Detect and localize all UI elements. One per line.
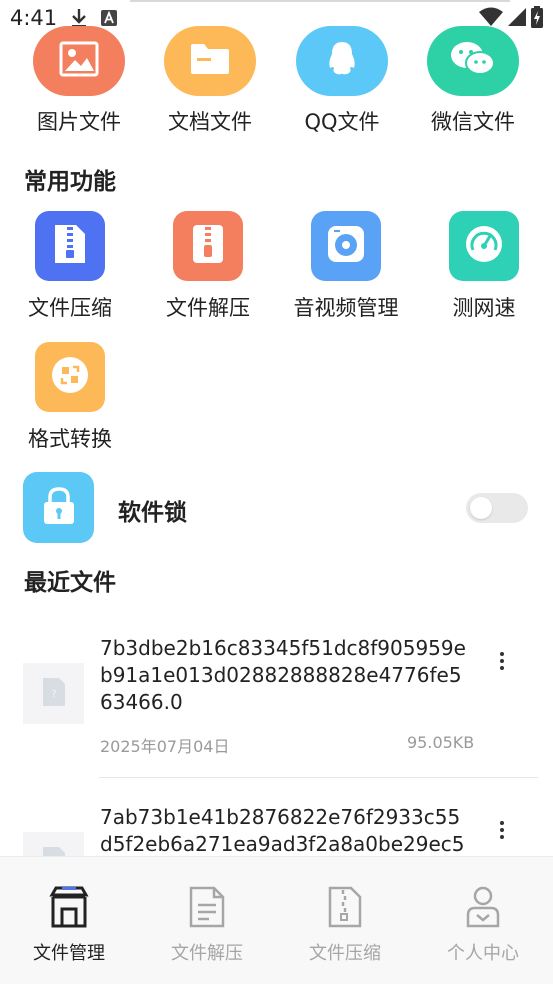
nav-file-management[interactable]: 文件管理 bbox=[0, 857, 138, 984]
nav-label: 文件管理 bbox=[33, 943, 105, 964]
category-qq[interactable]: QQ文件 bbox=[272, 26, 412, 136]
store-icon bbox=[49, 885, 89, 929]
file-category-row: 图片文件 文档文件 QQ文件 微信文件 bbox=[0, 26, 553, 136]
wechat-icon bbox=[450, 41, 496, 81]
nav-profile[interactable]: 个人中心 bbox=[414, 857, 552, 984]
function-label: 音视频管理 bbox=[293, 296, 399, 320]
recent-file-item[interactable]: 7ab73b1e41b2876822e76f2933c55d5f2eb6a271… bbox=[23, 804, 538, 856]
category-wechat[interactable]: 微信文件 bbox=[403, 26, 543, 136]
document-icon bbox=[187, 885, 227, 929]
more-options-icon[interactable] bbox=[490, 815, 514, 845]
folder-icon bbox=[189, 42, 231, 80]
category-label: 文档文件 bbox=[168, 110, 252, 134]
file-divider bbox=[99, 777, 538, 778]
unzip-file-icon bbox=[191, 223, 225, 269]
svg-text:?: ? bbox=[51, 689, 56, 700]
file-date: 2025年07月04日 bbox=[100, 737, 230, 756]
function-decompress[interactable]: 文件解压 bbox=[138, 211, 278, 322]
unknown-file-icon bbox=[41, 846, 67, 856]
nav-compress[interactable]: 文件压缩 bbox=[276, 857, 414, 984]
common-functions-title: 常用功能 bbox=[24, 169, 116, 195]
category-documents[interactable]: 文档文件 bbox=[140, 26, 280, 136]
zip-document-icon bbox=[325, 885, 365, 929]
speedometer-icon bbox=[464, 224, 504, 268]
convert-icon bbox=[50, 355, 90, 399]
function-label: 文件解压 bbox=[166, 296, 250, 320]
recent-file-item[interactable]: ? 7b3dbe2b16c83345f51dc8f905959eb91a1e01… bbox=[23, 635, 538, 765]
unknown-file-icon: ? bbox=[41, 677, 67, 711]
zip-file-icon bbox=[53, 223, 87, 269]
function-label: 格式转换 bbox=[28, 427, 112, 451]
function-label: 测网速 bbox=[452, 296, 516, 320]
media-icon bbox=[326, 224, 366, 268]
recent-files-title: 最近文件 bbox=[24, 570, 116, 596]
file-thumbnail bbox=[23, 832, 84, 856]
function-compress[interactable]: 文件压缩 bbox=[0, 211, 140, 322]
top-divider bbox=[130, 0, 510, 2]
file-size: 95.05KB bbox=[407, 733, 475, 752]
category-label: QQ文件 bbox=[304, 110, 380, 134]
software-lock-toggle[interactable] bbox=[466, 493, 528, 523]
function-label: 文件压缩 bbox=[28, 296, 112, 320]
toggle-knob bbox=[470, 497, 492, 519]
function-format-convert[interactable]: 格式转换 bbox=[0, 342, 140, 453]
function-media[interactable]: 音视频管理 bbox=[276, 211, 416, 322]
category-label: 微信文件 bbox=[431, 110, 515, 134]
file-name: 7ab73b1e41b2876822e76f2933c55d5f2eb6a271… bbox=[100, 805, 465, 856]
lock-icon bbox=[41, 486, 77, 530]
category-images[interactable]: 图片文件 bbox=[9, 26, 149, 136]
qq-icon bbox=[325, 40, 359, 82]
image-icon bbox=[59, 41, 99, 81]
category-label: 图片文件 bbox=[37, 110, 121, 134]
nav-label: 文件压缩 bbox=[309, 943, 381, 964]
bottom-navigation: 文件管理 文件解压 文件压缩 个人中心 bbox=[0, 856, 553, 984]
nav-label: 个人中心 bbox=[447, 943, 519, 964]
function-speed-test[interactable]: 测网速 bbox=[414, 211, 553, 322]
file-thumbnail: ? bbox=[23, 663, 84, 724]
software-lock-label: 软件锁 bbox=[118, 500, 187, 526]
file-name: 7b3dbe2b16c83345f51dc8f905959eb91a1e013d… bbox=[100, 636, 466, 714]
software-lock-row: 软件锁 bbox=[23, 472, 528, 544]
nav-decompress[interactable]: 文件解压 bbox=[138, 857, 276, 984]
user-icon bbox=[463, 885, 503, 929]
more-options-icon[interactable] bbox=[490, 646, 514, 676]
software-lock-tile bbox=[23, 472, 94, 543]
nav-label: 文件解压 bbox=[171, 943, 243, 964]
